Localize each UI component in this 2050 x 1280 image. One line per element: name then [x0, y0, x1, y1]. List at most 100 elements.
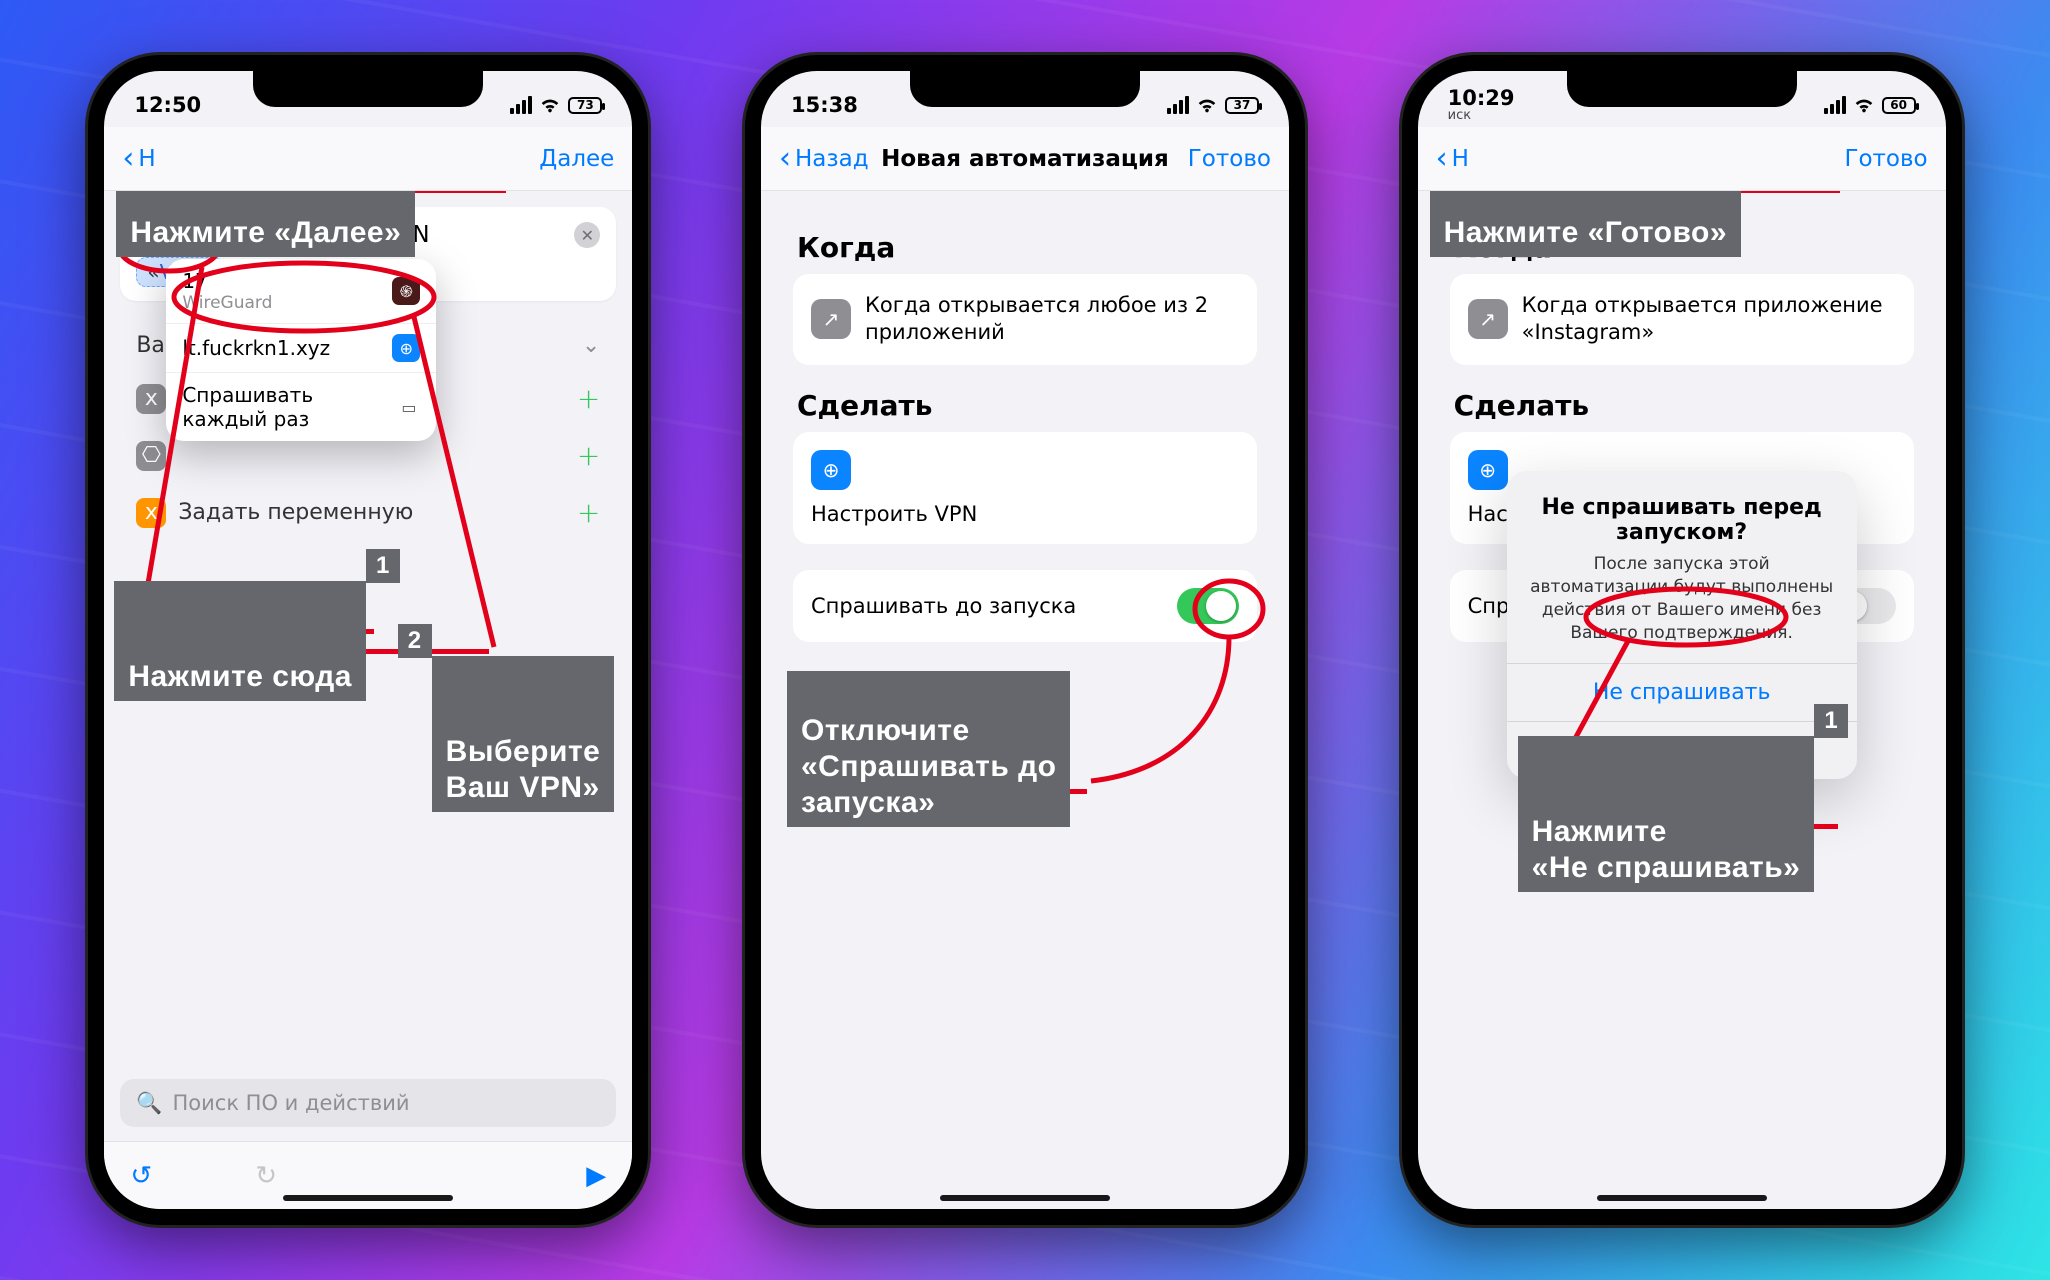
status-right: 37: [1167, 94, 1259, 116]
anno-step1: 1 Нажмите сюда: [114, 581, 366, 701]
content: Когда ↗ Когда открывается любое из 2 при…: [761, 191, 1289, 1209]
anno-step1: 1 Нажмите «Не спрашивать»: [1518, 736, 1815, 892]
undo-button[interactable]: ↺: [130, 1161, 152, 1191]
notch: [910, 71, 1140, 107]
battery-icon: 60: [1882, 97, 1916, 114]
app-open-icon: ↗: [811, 299, 851, 339]
ask-before-card: Спрашивать до запуска: [793, 570, 1257, 642]
vpn-icon: ⊕: [811, 450, 851, 490]
wifi-icon: [1196, 94, 1218, 116]
status-right: 60: [1824, 94, 1916, 116]
nav-next-button[interactable]: Далее: [539, 146, 614, 172]
content: ☉ Подключиться к VPN ✕ VPN 17 WireGuard …: [104, 191, 632, 1141]
search-placeholder: Поиск ПО и действий: [172, 1091, 409, 1115]
notch: [1567, 71, 1797, 107]
row-icon: ⎔: [136, 441, 166, 471]
status-right: 73: [510, 94, 602, 116]
ask-label: Спрашивать до запуска: [811, 594, 1076, 618]
anno-label: Выберите Ваш VPN»: [446, 735, 601, 804]
row-label: Ва: [136, 333, 165, 358]
redo-button: ↻: [255, 1161, 277, 1191]
nav-back-label: Н: [1452, 146, 1469, 172]
when-heading: Когда: [777, 207, 1273, 274]
status-time: 15:38: [791, 93, 858, 117]
anno-label: Нажмите «Не спрашивать»: [1532, 815, 1801, 884]
alert-confirm-button[interactable]: Не спрашивать: [1507, 663, 1857, 721]
do-card[interactable]: ⊕ Настроить VPN: [793, 432, 1257, 544]
variable-icon: x: [136, 498, 166, 528]
when-card[interactable]: ↗ Когда открывается приложение «Instagra…: [1450, 274, 1914, 365]
do-heading: Сделать: [1434, 365, 1930, 432]
clear-icon[interactable]: ✕: [574, 222, 600, 248]
chevron-left-icon: ‹: [122, 144, 134, 174]
nav-back-label: Н: [138, 146, 155, 172]
anno-label: Нажмите «Далее»: [130, 216, 401, 249]
home-indicator[interactable]: [283, 1195, 453, 1201]
screen: 12:50 73 ‹ Н Далее ☉ Подключиться к VPN …: [104, 71, 632, 1209]
nav-back-button[interactable]: ‹ Н: [122, 144, 155, 174]
suggestion-row-variable[interactable]: x Задать переменную +: [120, 484, 616, 541]
nav-title: Новая автоматизация: [761, 146, 1289, 172]
phone-3: 10:29 иск 60 ‹ Н Готово Когда ↗ Когда от…: [1402, 55, 1962, 1225]
add-icon[interactable]: +: [577, 439, 600, 472]
when-card[interactable]: ↗ Когда открывается любое из 2 приложени…: [793, 274, 1257, 365]
ask-label: Спр: [1468, 594, 1510, 618]
add-icon[interactable]: +: [577, 496, 600, 529]
popup-item-title: 17: [182, 269, 272, 293]
row-label: Задать переменную: [178, 500, 413, 525]
alert-title: Не спрашивать перед запуском?: [1529, 495, 1835, 545]
row-icon: x: [136, 384, 166, 414]
anno-step2: 2 Нажмите «Готово»: [1430, 191, 1741, 257]
notch: [253, 71, 483, 107]
search-icon: 🔍: [136, 1091, 162, 1116]
step-badge: 1: [366, 549, 400, 583]
vpn-option-wireguard[interactable]: 17 WireGuard ֍: [166, 259, 436, 323]
vpn-picker-popup: 17 WireGuard ֍ lt.fuckrkn1.xyz ⊕ Спрашив…: [166, 259, 436, 441]
vpn-option-server[interactable]: lt.fuckrkn1.xyz ⊕: [166, 323, 436, 372]
anno-step3: 3 Нажмите «Далее»: [116, 191, 415, 257]
when-text: Когда открывается приложение «Instagram»: [1522, 292, 1896, 347]
anno-step2: 2 Выберите Ваш VPN»: [432, 656, 615, 812]
do-heading: Сделать: [777, 365, 1273, 432]
cellular-icon: [1167, 96, 1189, 114]
cellular-icon: [510, 96, 532, 114]
popup-item-sub: WireGuard: [182, 293, 272, 313]
add-icon[interactable]: +: [577, 382, 600, 415]
chevron-left-icon: ‹: [1436, 144, 1448, 174]
phone-1: 12:50 73 ‹ Н Далее ☉ Подключиться к VPN …: [88, 55, 648, 1225]
home-indicator[interactable]: [940, 1195, 1110, 1201]
phone-2: 15:38 37 ‹ Назад Новая автоматизация Гот…: [745, 55, 1305, 1225]
alert-message: После запуска этой автоматизации будут в…: [1529, 553, 1835, 645]
nav-bar: ‹ Назад Новая автоматизация Готово: [761, 127, 1289, 191]
home-indicator[interactable]: [1597, 1195, 1767, 1201]
search-input[interactable]: 🔍 Поиск ПО и действий: [120, 1079, 616, 1127]
status-time: 10:29: [1448, 88, 1515, 109]
do-text: Настроить VPN: [811, 502, 977, 526]
nav-bar: ‹ Н Далее: [104, 127, 632, 191]
step-badge: 1: [1814, 704, 1848, 738]
wifi-icon: [539, 94, 561, 116]
nav-back-button[interactable]: ‹ Н: [1436, 144, 1469, 174]
confirm-alert: Не спрашивать перед запуском? После запу…: [1507, 471, 1857, 779]
prompt-icon: ▭: [398, 393, 421, 421]
cellular-icon: [1824, 96, 1846, 114]
ask-before-toggle[interactable]: [1177, 588, 1239, 624]
popup-item-label: Спрашивать каждый раз: [182, 383, 397, 431]
vpn-option-ask[interactable]: Спрашивать каждый раз ▭: [166, 372, 436, 441]
status-time: 12:50: [134, 93, 201, 117]
wireguard-icon: ֍: [392, 277, 420, 305]
step-badge: 2: [398, 624, 432, 658]
anno-label: Нажмите сюда: [128, 660, 352, 693]
nav-done-button[interactable]: Готово: [1844, 146, 1927, 172]
globe-icon: ⊕: [392, 334, 420, 362]
popup-item-label: lt.fuckrkn1.xyz: [182, 336, 330, 360]
wifi-icon: [1853, 94, 1875, 116]
anno-disable-ask: Отключите «Спрашивать до запуска»: [787, 671, 1071, 827]
battery-icon: 37: [1225, 97, 1259, 114]
nav-bar: ‹ Н Готово: [1418, 127, 1946, 191]
screen: 10:29 иск 60 ‹ Н Готово Когда ↗ Когда от…: [1418, 71, 1946, 1209]
status-sub: иск: [1448, 109, 1515, 122]
chevron-down-icon: ⌄: [582, 333, 600, 358]
screen: 15:38 37 ‹ Назад Новая автоматизация Гот…: [761, 71, 1289, 1209]
run-button[interactable]: ▶: [586, 1161, 606, 1191]
